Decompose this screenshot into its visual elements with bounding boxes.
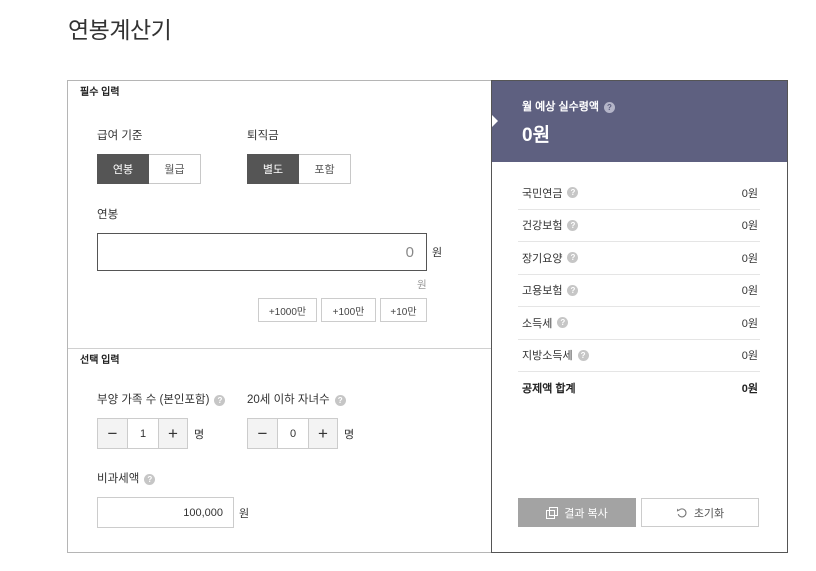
panel-pointer <box>492 115 498 127</box>
annual-salary-input[interactable] <box>97 233 427 271</box>
add-10-million-button[interactable]: +1000만 <box>258 298 317 322</box>
severance-label-text: 퇴직금 <box>247 130 279 142</box>
reset-button[interactable]: 초기화 <box>641 498 759 527</box>
deduction-value: 0원 <box>741 252 758 265</box>
deduction-value: 0원 <box>741 285 758 298</box>
children-decrease-button[interactable]: − <box>247 418 278 449</box>
deduction-label: 지방소득세 <box>522 350 573 363</box>
deduction-label: 국민연금 <box>522 187 563 200</box>
salary-basis-option-monthly[interactable]: 월급 <box>149 154 201 184</box>
help-icon[interactable]: ? <box>567 284 579 296</box>
severance-option-separate[interactable]: 별도 <box>247 154 299 184</box>
dependents-label-text: 부양 가족 수 (본인포함) <box>97 394 210 406</box>
children-increase-button[interactable]: + <box>308 418 338 449</box>
dependents-value-input[interactable] <box>128 418 158 449</box>
deduction-value: 0원 <box>741 350 758 363</box>
help-icon[interactable]: ? <box>144 473 156 485</box>
deduction-total-row: 공제액 합계 0원 <box>518 372 760 405</box>
help-icon[interactable]: ? <box>214 394 226 406</box>
reset-icon <box>676 507 688 519</box>
annual-salary-label: 연봉 <box>97 208 118 222</box>
severance-toggle: 별도 포함 <box>247 154 351 184</box>
net-pay-label: 월 예상 실수령액 ? <box>522 100 615 114</box>
section-divider <box>68 348 491 349</box>
optional-section-title: 선택 입력 <box>80 355 120 366</box>
deduction-list: 국민연금? 0원 건강보험? 0원 장기요양? 0원 고용보험? 0원 소득세?… <box>518 177 760 405</box>
severance-option-included[interactable]: 포함 <box>299 154 351 184</box>
salary-basis-label: 급여 기준 <box>97 129 143 143</box>
help-icon[interactable]: ? <box>603 101 615 113</box>
children-unit: 명 <box>344 429 355 441</box>
add-1-million-button[interactable]: +100만 <box>321 298 376 322</box>
net-pay-label-text: 월 예상 실수령액 <box>522 101 599 113</box>
deduction-value: 0원 <box>741 317 758 330</box>
salary-basis-option-annual[interactable]: 연봉 <box>97 154 149 184</box>
help-icon[interactable]: ? <box>334 394 346 406</box>
dependents-label: 부양 가족 수 (본인포함) ? <box>97 393 226 407</box>
add-100-thousand-button[interactable]: +10만 <box>380 298 427 322</box>
deduction-row-income-tax: 소득세? 0원 <box>518 307 760 340</box>
non-taxable-label: 비과세액 ? <box>97 472 156 486</box>
annual-salary-amount-in-words: 원 <box>417 279 427 291</box>
children-value-input[interactable] <box>278 418 308 449</box>
deduction-label: 건강보험 <box>522 220 563 233</box>
required-section-title: 필수 입력 <box>80 87 120 98</box>
result-panel: 월 예상 실수령액 ? 0원 국민연금? 0원 건강보험? 0원 장기요양? 0… <box>491 80 788 553</box>
reset-label: 초기화 <box>693 507 725 520</box>
annual-salary-label-text: 연봉 <box>97 209 119 221</box>
non-taxable-label-text: 비과세액 <box>97 473 140 485</box>
input-panel: 필수 입력 급여 기준 연봉 월급 퇴직금 별도 포함 연봉 원 원 +1000… <box>67 80 492 553</box>
deduction-row-long-term-care: 장기요양? 0원 <box>518 242 760 275</box>
dependents-stepper: − + <box>97 418 188 449</box>
copy-result-button[interactable]: 결과 복사 <box>518 498 636 527</box>
salary-basis-toggle: 연봉 월급 <box>97 154 201 184</box>
net-pay-header: 월 예상 실수령액 ? 0원 <box>492 81 787 162</box>
deduction-row-national-pension: 국민연금? 0원 <box>518 177 760 210</box>
deduction-label: 소득세 <box>522 317 553 330</box>
deduction-row-health-insurance: 건강보험? 0원 <box>518 210 760 242</box>
deduction-value: 0원 <box>741 187 758 200</box>
deduction-total-label: 공제액 합계 <box>522 383 576 396</box>
help-icon[interactable]: ? <box>577 349 589 361</box>
deduction-total-value: 0원 <box>741 383 758 396</box>
non-taxable-input[interactable] <box>97 497 234 528</box>
deduction-row-employment-insurance: 고용보험? 0원 <box>518 275 760 307</box>
deduction-label: 고용보험 <box>522 285 563 298</box>
children-label-text: 20세 이하 자녀수 <box>247 394 330 406</box>
deduction-row-local-income-tax: 지방소득세? 0원 <box>518 340 760 372</box>
help-icon[interactable]: ? <box>567 252 579 264</box>
dependents-increase-button[interactable]: + <box>158 418 188 449</box>
children-label: 20세 이하 자녀수 ? <box>247 393 346 407</box>
deduction-value: 0원 <box>741 220 758 233</box>
salary-basis-label-text: 급여 기준 <box>97 130 143 142</box>
annual-salary-unit: 원 <box>432 247 443 259</box>
dependents-unit: 명 <box>194 429 205 441</box>
severance-label: 퇴직금 <box>247 129 279 143</box>
help-icon[interactable]: ? <box>557 317 569 329</box>
non-taxable-unit: 원 <box>239 508 250 520</box>
children-stepper: − + <box>247 418 338 449</box>
copy-result-label: 결과 복사 <box>564 507 608 520</box>
net-pay-value: 0원 <box>522 125 551 146</box>
copy-icon <box>546 506 559 519</box>
help-icon[interactable]: ? <box>567 187 579 199</box>
page-title: 연봉계산기 <box>68 17 172 43</box>
help-icon[interactable]: ? <box>567 219 579 231</box>
deduction-label: 장기요양 <box>522 252 563 265</box>
dependents-decrease-button[interactable]: − <box>97 418 128 449</box>
